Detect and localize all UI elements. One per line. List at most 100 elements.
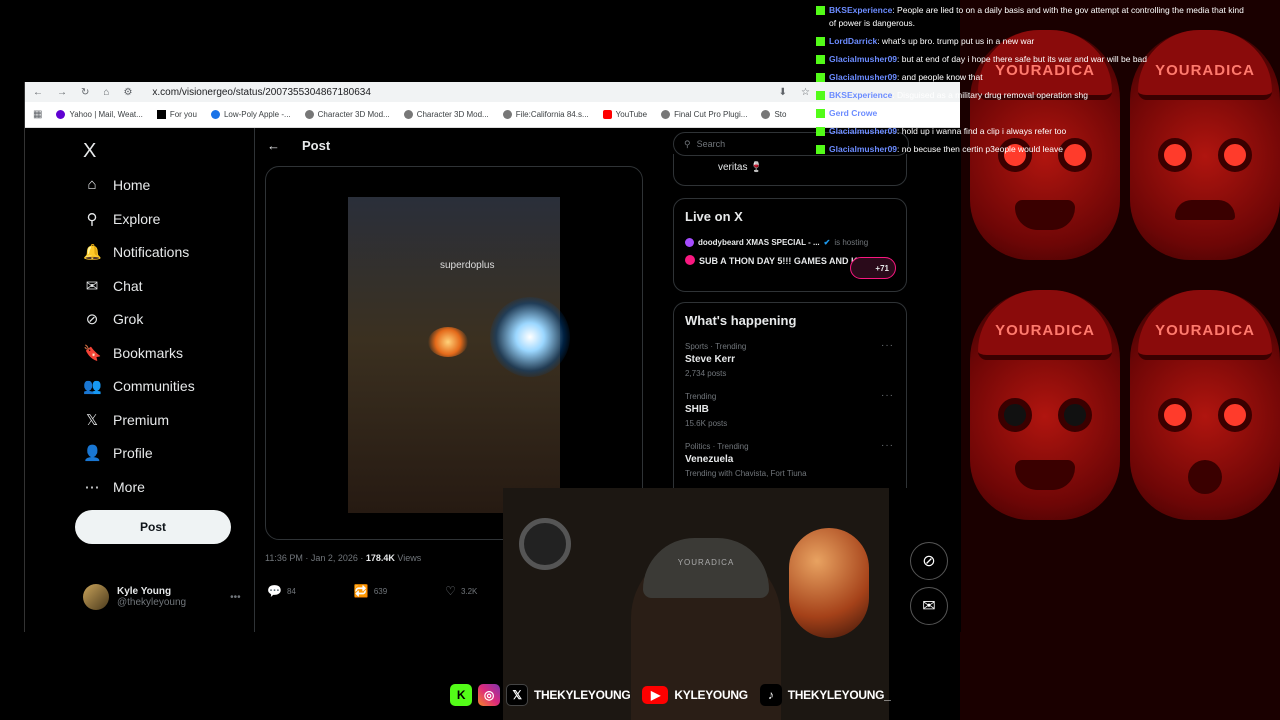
repost-button[interactable]: 🔁 639 bbox=[354, 584, 387, 598]
art-eye bbox=[1058, 398, 1092, 432]
post-timestamp: 11:36 PM · Jan 2, 2026 · bbox=[265, 553, 366, 563]
forward-icon[interactable]: → bbox=[57, 87, 67, 98]
install-icon[interactable]: ⬇ bbox=[779, 87, 787, 98]
nav-item-more[interactable]: ⋯ More bbox=[83, 478, 145, 496]
bookmark-item[interactable]: File:California 84.s... bbox=[502, 110, 589, 119]
nav-label: Chat bbox=[113, 278, 143, 294]
like-count: 3.2K bbox=[460, 586, 478, 596]
chat-message: Glacialmusher09: and people know that bbox=[816, 71, 1246, 84]
grok-icon: ⊘ bbox=[85, 311, 99, 328]
profile-handle: @thekyleyoung bbox=[117, 597, 187, 608]
trend-title: Steve Kerr bbox=[685, 354, 736, 365]
post-header: ← Post bbox=[267, 138, 330, 153]
video-player[interactable]: superdoplus bbox=[265, 166, 643, 540]
whats-happening-card: What's happening Sports · Trending Steve… bbox=[673, 302, 907, 488]
art-cap-text: YOURADICA bbox=[978, 290, 1112, 360]
chat-username: Glacialmusher09 bbox=[829, 54, 898, 64]
nav-item-home[interactable]: ⌂ Home bbox=[83, 176, 150, 193]
more-dots-icon[interactable]: ··· bbox=[881, 390, 894, 401]
chat-username: LordDarrick bbox=[829, 36, 878, 46]
chat-username: BKSExperience bbox=[829, 90, 893, 100]
bookmark-item[interactable]: Character 3D Mod... bbox=[403, 110, 489, 119]
kick-icon bbox=[816, 55, 825, 64]
repost-count: 639 bbox=[373, 586, 388, 596]
bookmark-item[interactable]: Sto bbox=[761, 110, 786, 119]
bookmark-item[interactable]: Low-Poly Apple -... bbox=[210, 110, 291, 119]
reply-button[interactable]: 💬 84 bbox=[267, 584, 296, 598]
like-button[interactable]: ♡ 3.2K bbox=[445, 584, 477, 598]
nav-item-communities[interactable]: 👥 Communities bbox=[83, 377, 195, 395]
chat-text: but at end of day i hope there safe but … bbox=[901, 54, 1148, 64]
kick-icon bbox=[816, 37, 825, 46]
nav-item-profile[interactable]: 👤 Profile bbox=[83, 444, 153, 462]
bookmark-item[interactable]: Yahoo | Mail, Weat... bbox=[56, 110, 143, 119]
trend-item[interactable]: Trending SHIB 15.6K posts ··· bbox=[685, 390, 906, 428]
nav-item-premium[interactable]: 𝕏 Premium bbox=[83, 411, 169, 429]
tiktok-icon: ♪ bbox=[759, 684, 782, 706]
art-cap-text: YOURADICA bbox=[1138, 290, 1272, 360]
nav-item-grok[interactable]: ⊘ Grok bbox=[83, 310, 144, 328]
bell-icon: 🔔 bbox=[83, 244, 102, 261]
chat-username: Glacialmusher09 bbox=[829, 144, 898, 154]
trend-item[interactable]: Sports · Trending Steve Kerr 2,734 posts… bbox=[685, 340, 906, 378]
account-switcher[interactable]: Kyle Young @thekyleyoung ••• bbox=[83, 584, 241, 610]
kick-icon bbox=[816, 73, 825, 82]
mail-icon: ✉ bbox=[85, 278, 99, 295]
repost-icon: 🔁 bbox=[353, 584, 369, 598]
reload-icon[interactable]: ↻ bbox=[81, 87, 89, 98]
x-logo-icon[interactable]: X bbox=[83, 140, 96, 163]
card-title: What's happening bbox=[685, 313, 797, 328]
kick-icon bbox=[816, 6, 825, 15]
kick-icon bbox=[816, 109, 825, 118]
post-button[interactable]: Post bbox=[75, 510, 231, 544]
nav-item-notifications[interactable]: 🔔 Notifications bbox=[83, 243, 189, 261]
home-icon[interactable]: ⌂ bbox=[103, 87, 109, 98]
chat-message: LordDarrick: what's up bro. trump put us… bbox=[816, 35, 1246, 48]
art-mouth bbox=[1175, 200, 1235, 220]
star-icon[interactable]: ☆ bbox=[801, 87, 810, 98]
views-count: 178.4K bbox=[365, 553, 395, 563]
person-icon: 👤 bbox=[83, 445, 102, 462]
back-icon[interactable]: ← bbox=[33, 87, 43, 98]
chat-text: People are lied to on a daily basis and … bbox=[829, 5, 1244, 28]
art-eye bbox=[1158, 398, 1192, 432]
listener-count-badge[interactable]: +71 bbox=[850, 257, 896, 279]
nav-item-chat[interactable]: ✉ Chat bbox=[83, 277, 143, 295]
trend-posts: 2,734 posts bbox=[685, 369, 727, 378]
nav-label: More bbox=[113, 479, 145, 495]
bookmark-item[interactable]: YouTube bbox=[602, 110, 647, 119]
bookmark-item[interactable]: Final Cut Pro Plugi... bbox=[661, 110, 747, 119]
back-arrow-icon[interactable]: ← bbox=[267, 138, 280, 153]
art-face: YOURADICA bbox=[1130, 290, 1280, 520]
nav-item-bookmarks[interactable]: 🔖 Bookmarks bbox=[83, 344, 183, 362]
live-host[interactable]: doodybeard XMAS SPECIAL - ... ✔ is hosti… bbox=[685, 238, 906, 247]
nav-item-explore[interactable]: ⚲ Explore bbox=[83, 210, 161, 228]
bookmark-item[interactable]: For you bbox=[156, 110, 197, 119]
heart-icon: ♡ bbox=[445, 584, 456, 598]
speaker-icon bbox=[519, 518, 571, 570]
more-dots-icon[interactable]: ··· bbox=[881, 340, 894, 351]
art-eye bbox=[1218, 398, 1252, 432]
reply-icon: 💬 bbox=[267, 584, 282, 598]
messages-fab-icon[interactable]: ✉ bbox=[910, 587, 948, 625]
youtube-handle: KYLEYOUNG bbox=[674, 688, 748, 702]
card-title: Live on X bbox=[685, 209, 743, 224]
trend-context: Politics · Trending bbox=[685, 442, 749, 451]
site-settings-icon[interactable]: ⚙ bbox=[123, 87, 132, 98]
profile-name: Kyle Young bbox=[117, 586, 172, 597]
bookmark-item[interactable]: Character 3D Mod... bbox=[304, 110, 390, 119]
search-placeholder: Search bbox=[696, 139, 726, 149]
bookmark-label: Character 3D Mod... bbox=[317, 110, 390, 119]
bookmark-label: Sto bbox=[774, 110, 787, 119]
avatar bbox=[83, 584, 109, 610]
home-icon: ⌂ bbox=[87, 176, 97, 193]
trend-item[interactable]: Politics · Trending Venezuela Trending w… bbox=[685, 440, 906, 478]
trend-title: Venezuela bbox=[685, 454, 734, 465]
video-watermark: superdoplus bbox=[440, 260, 495, 271]
host-avatar bbox=[685, 238, 694, 247]
grok-fab-icon[interactable]: ⊘ bbox=[910, 542, 948, 580]
apps-icon[interactable]: ▦ bbox=[33, 109, 42, 120]
more-dots-icon[interactable]: ··· bbox=[881, 440, 894, 451]
url-text[interactable]: x.com/visionergeo/status/200735530486718… bbox=[152, 87, 371, 98]
trend-context: Sports · Trending bbox=[685, 342, 747, 351]
